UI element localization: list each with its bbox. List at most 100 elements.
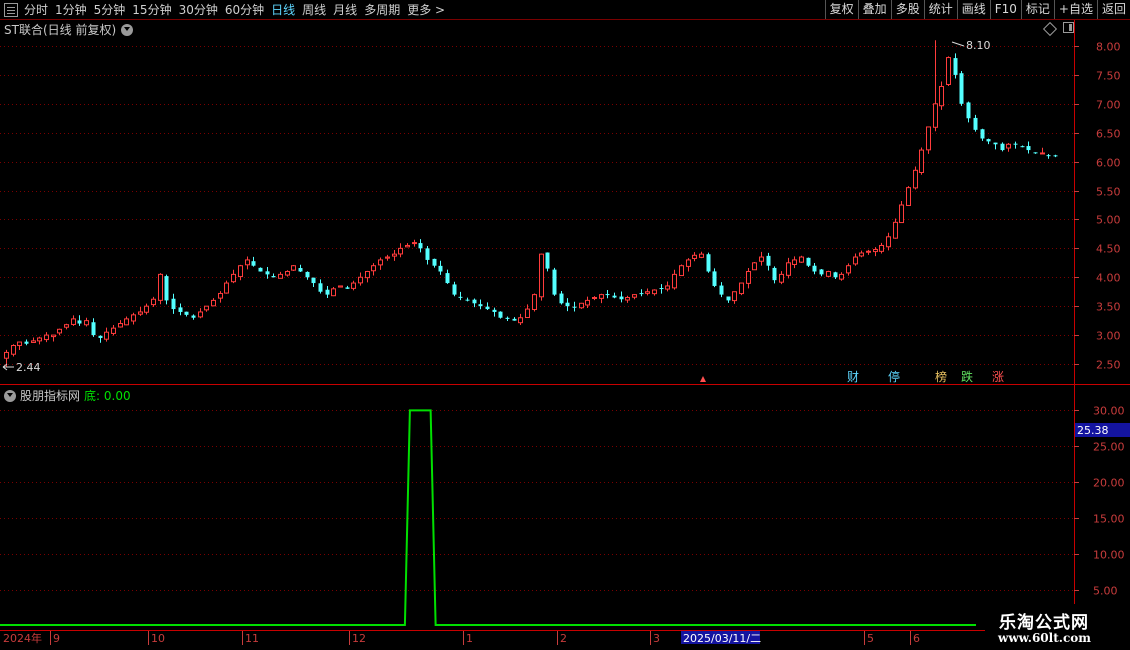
candle-body-up [71, 318, 76, 325]
candle-body-up [826, 270, 831, 277]
candle-body-down [572, 306, 577, 308]
candle-body-up [151, 298, 156, 306]
chart-canvas[interactable]: 8.00 7.50 7.00 6.50 6.00 5.50 5.00 4.50 4.00 3.50… [0, 0, 1130, 650]
time-axis: 2024年 9 10 11 12 1 2 3 5 6 [3, 631, 920, 645]
candle-body-up [278, 273, 283, 279]
marker-fall[interactable]: 跌 [961, 369, 973, 384]
candle-body-up [378, 259, 383, 266]
candle-body-up [746, 270, 751, 284]
candle-body-down [445, 273, 450, 284]
candle-body-up [839, 273, 844, 280]
candle-body-up [732, 291, 737, 302]
candle-body-up [893, 221, 898, 239]
main-chart-controls [1042, 21, 1074, 37]
main-tick-label: 6.50 [1096, 128, 1121, 141]
candle-body-up [939, 85, 944, 107]
main-tick-label: 3.00 [1096, 330, 1121, 343]
candle-body-down [465, 299, 470, 301]
candle-body-up [779, 273, 784, 283]
candle-body-up [632, 294, 637, 298]
candle-body-down [318, 283, 323, 292]
candle-body-down [1053, 155, 1058, 157]
indicator-series [0, 409, 976, 626]
watermark-url: www.60lt.com [998, 631, 1091, 645]
candle-body-down [639, 293, 644, 295]
candle-body-up [238, 265, 243, 278]
candle-body-up [104, 331, 109, 340]
candle-body-down [271, 276, 276, 278]
candle-body-up [351, 282, 356, 289]
candle-body-up [1040, 152, 1045, 155]
candle-body-up [899, 204, 904, 224]
high-pointer [951, 41, 965, 47]
main-tick-label: 7.50 [1096, 70, 1121, 83]
candle-body-up [198, 311, 203, 318]
indicator-title: 股朋指标网 底: 0.00 [4, 387, 131, 404]
diamond-icon[interactable] [1042, 21, 1058, 37]
candle-body-up [245, 259, 250, 266]
candle-body-down [458, 296, 463, 298]
window-toggle-icon[interactable] [1063, 22, 1074, 33]
candle-body-up [906, 187, 911, 206]
candle-body-up [846, 265, 851, 274]
candle-body-up [699, 253, 704, 258]
candle-body-up [859, 252, 864, 257]
candle-body-up [331, 288, 336, 297]
sub-grid [0, 410, 1074, 591]
candle-body-up [692, 254, 697, 259]
candle-body-down [833, 272, 838, 278]
candle-body-down [959, 73, 964, 104]
candle-body-up [231, 273, 236, 283]
candle-body-down [806, 257, 811, 266]
candle-body-up [752, 262, 757, 271]
candle-body-down [559, 293, 564, 304]
stock-title: ST联合(日线 前复权) [4, 23, 117, 37]
candle-body-up [739, 282, 744, 295]
candle-body-up [792, 259, 797, 265]
candle-body-up [224, 282, 229, 294]
candle-body-down [432, 258, 437, 266]
marker-rise[interactable]: 涨 [992, 369, 1004, 384]
candle-body-up [599, 294, 604, 299]
candle-body-down [325, 289, 330, 295]
candle-body-down [512, 318, 517, 321]
candle-body-up [886, 236, 891, 248]
marker-suspend[interactable]: 停 [888, 369, 900, 384]
candle-body-up [879, 244, 884, 252]
sub-tick-label: 25.00 [1093, 441, 1125, 454]
candle-body-up [946, 57, 951, 85]
month-label: 9 [53, 632, 60, 645]
marker-list[interactable]: 榜 [935, 369, 947, 384]
candle-body-up [579, 302, 584, 309]
candle-body-up [285, 270, 290, 276]
candle-body-up [358, 276, 363, 284]
candle-body-down [478, 304, 483, 307]
candle-body-up [291, 265, 296, 271]
event-markers: 财 停 榜 跌 涨 [700, 369, 1004, 384]
candle-body-up [679, 265, 684, 277]
candle-body-up [853, 256, 858, 265]
candle-body-up [371, 265, 376, 272]
candle-body-up [218, 292, 223, 299]
candle-body-up [138, 311, 143, 315]
candle-body-up [585, 299, 590, 306]
candle-body-down [1000, 143, 1005, 151]
candle-body-up [44, 334, 49, 341]
main-tick-label: 3.50 [1096, 301, 1121, 314]
candle-body-up [111, 327, 116, 334]
sub-tick-label: 30.00 [1093, 405, 1125, 418]
marker-finance[interactable]: 财 [847, 370, 859, 384]
indicator-dropdown-icon[interactable] [4, 389, 16, 402]
candle-body-up [532, 294, 537, 311]
dropdown-icon[interactable] [121, 23, 134, 36]
candle-body-down [265, 271, 270, 275]
candle-body-down [819, 269, 824, 275]
month-label: 5 [867, 632, 874, 645]
candle-body-down [1046, 155, 1051, 157]
low-price-label: 2.44 [16, 361, 41, 374]
candle-body-up [933, 103, 938, 128]
candle-body-up [919, 149, 924, 173]
candle-body-up [645, 291, 650, 294]
candle-body-up [64, 324, 69, 328]
main-price-axis: 8.00 7.50 7.00 6.50 6.00 5.50 5.00 4.50 4.00 3.50… [1074, 41, 1121, 372]
